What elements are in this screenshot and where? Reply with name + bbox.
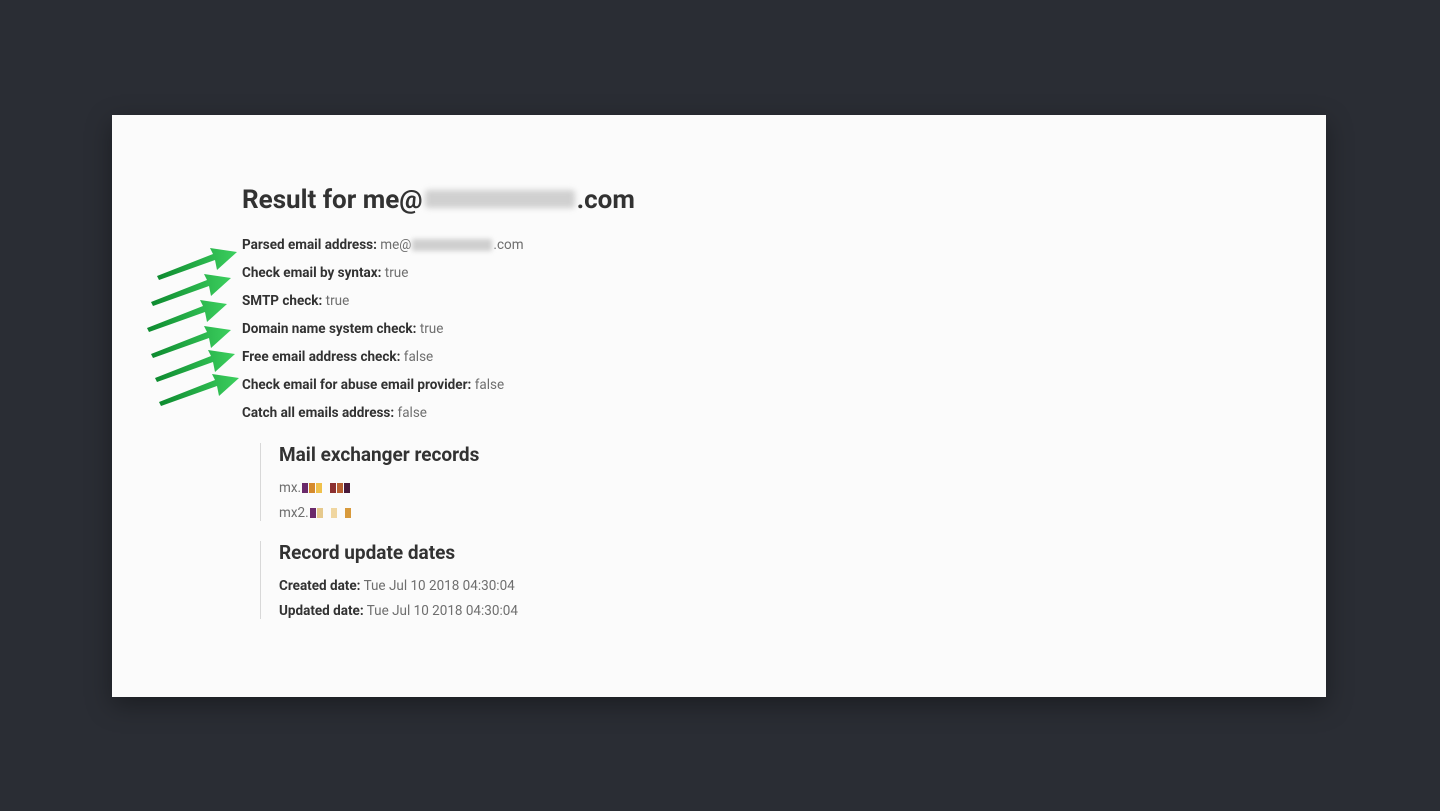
mx-section: Mail exchanger records mx. mx2. [260,443,1202,521]
row-parsed: Parsed email address: me@ .com [242,237,1202,255]
value-dns: true [420,321,444,337]
dates-section: Record update dates Created date: Tue Ju… [260,541,1202,619]
label-syntax: Check email by syntax: [242,265,381,281]
mx-heading: Mail exchanger records [279,443,1202,466]
row-free: Free email address check: false [242,349,1202,367]
row-dns: Domain name system check: true [242,321,1202,339]
row-catchall: Catch all emails address: false [242,405,1202,423]
row-syntax: Check email by syntax: true [242,265,1202,283]
parsed-suffix: .com [493,237,523,253]
created-line: Created date: Tue Jul 10 2018 04:30:04 [279,578,1202,594]
parsed-prefix: me@ [380,237,411,253]
dates-heading: Record update dates [279,541,1202,564]
redacted-mx-0 [302,483,350,493]
title-prefix: Result for me@ [242,185,423,215]
label-abuse: Check email for abuse email provider: [242,377,471,393]
created-label: Created date: [279,578,360,594]
page-title: Result for me@ .com [242,185,1202,215]
label-dns: Domain name system check: [242,321,416,337]
value-catchall: false [398,405,427,421]
redacted-mx-1 [310,508,351,518]
label-parsed: Parsed email address: [242,237,377,253]
value-abuse: false [475,377,504,393]
label-catchall: Catch all emails address: [242,405,394,421]
value-syntax: true [385,265,409,281]
title-suffix: .com [577,185,635,215]
label-free: Free email address check: [242,349,400,365]
mx-record-0: mx. [279,480,1202,496]
mx-prefix-1: mx2. [279,505,309,521]
value-smtp: true [326,293,350,309]
result-card: Result for me@ .com Parsed email address:… [112,115,1326,697]
redacted-domain-parsed [412,239,492,251]
mx-prefix-0: mx. [279,480,301,496]
created-value: Tue Jul 10 2018 04:30:04 [364,578,515,594]
row-abuse: Check email for abuse email provider: fa… [242,377,1202,395]
value-free: false [404,349,433,365]
updated-label: Updated date: [279,603,364,619]
result-content: Result for me@ .com Parsed email address:… [242,185,1202,628]
updated-value: Tue Jul 10 2018 04:30:04 [367,603,518,619]
updated-line: Updated date: Tue Jul 10 2018 04:30:04 [279,603,1202,619]
row-smtp: SMTP check: true [242,293,1202,311]
label-smtp: SMTP check: [242,293,322,309]
redacted-domain-title [425,190,575,208]
mx-record-1: mx2. [279,505,1202,521]
